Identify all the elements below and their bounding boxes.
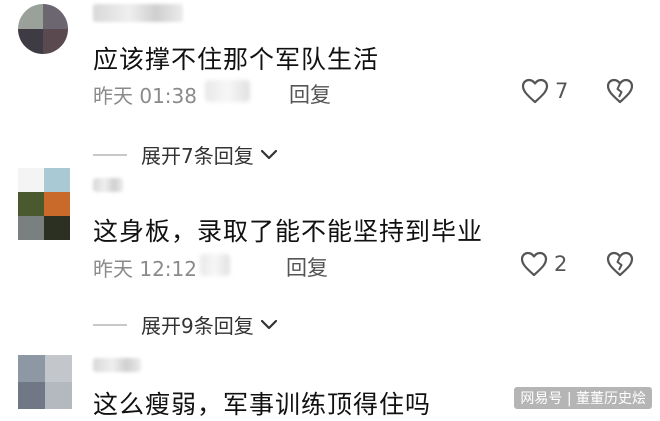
avatar[interactable] <box>18 4 68 54</box>
expand-replies-label: 展开9条回复 <box>141 314 254 338</box>
like-count: 7 <box>555 79 569 103</box>
expand-replies-button[interactable]: 展开7条回复 <box>93 140 278 169</box>
divider-line <box>93 153 127 156</box>
expand-replies-button[interactable]: 展开9条回复 <box>93 310 278 339</box>
comment-text: 这身板，录取了能不能坚持到毕业 <box>93 217 484 246</box>
watermark: 网易号 | 董董历史烩 <box>514 387 652 409</box>
reply-button[interactable]: 回复 <box>286 252 328 282</box>
username[interactable] <box>93 4 183 22</box>
broken-heart-icon <box>606 251 634 277</box>
like-button[interactable]: 7 <box>521 78 568 104</box>
comment-text: 应该撑不住那个军队生活 <box>93 45 380 74</box>
reply-button[interactable]: 回复 <box>289 79 331 109</box>
comment-timestamp: 昨天 01:38 <box>93 84 197 108</box>
location-blur <box>205 80 250 102</box>
comment-text: 这么瘦弱，军事训练顶得住吗 <box>93 390 432 419</box>
dislike-button[interactable] <box>606 251 634 281</box>
heart-outline-icon <box>520 251 548 277</box>
heart-outline-icon <box>521 78 549 104</box>
avatar[interactable] <box>18 355 72 409</box>
expand-replies-label: 展开7条回复 <box>141 144 254 168</box>
divider-line <box>93 323 127 326</box>
comment-item: 应该撑不住那个军队生活 昨天 01:38 回复 7 展开7条回复 <box>0 0 660 168</box>
chevron-down-icon <box>260 319 277 329</box>
location-blur <box>200 254 230 276</box>
dislike-button[interactable] <box>606 78 634 108</box>
comment-timestamp: 昨天 12:12 <box>93 257 197 281</box>
username[interactable] <box>93 178 123 192</box>
like-button[interactable]: 2 <box>520 251 567 277</box>
username[interactable] <box>93 358 141 372</box>
like-count: 2 <box>554 252 568 276</box>
chevron-down-icon <box>260 149 277 159</box>
broken-heart-icon <box>606 78 634 104</box>
avatar[interactable] <box>18 168 70 240</box>
